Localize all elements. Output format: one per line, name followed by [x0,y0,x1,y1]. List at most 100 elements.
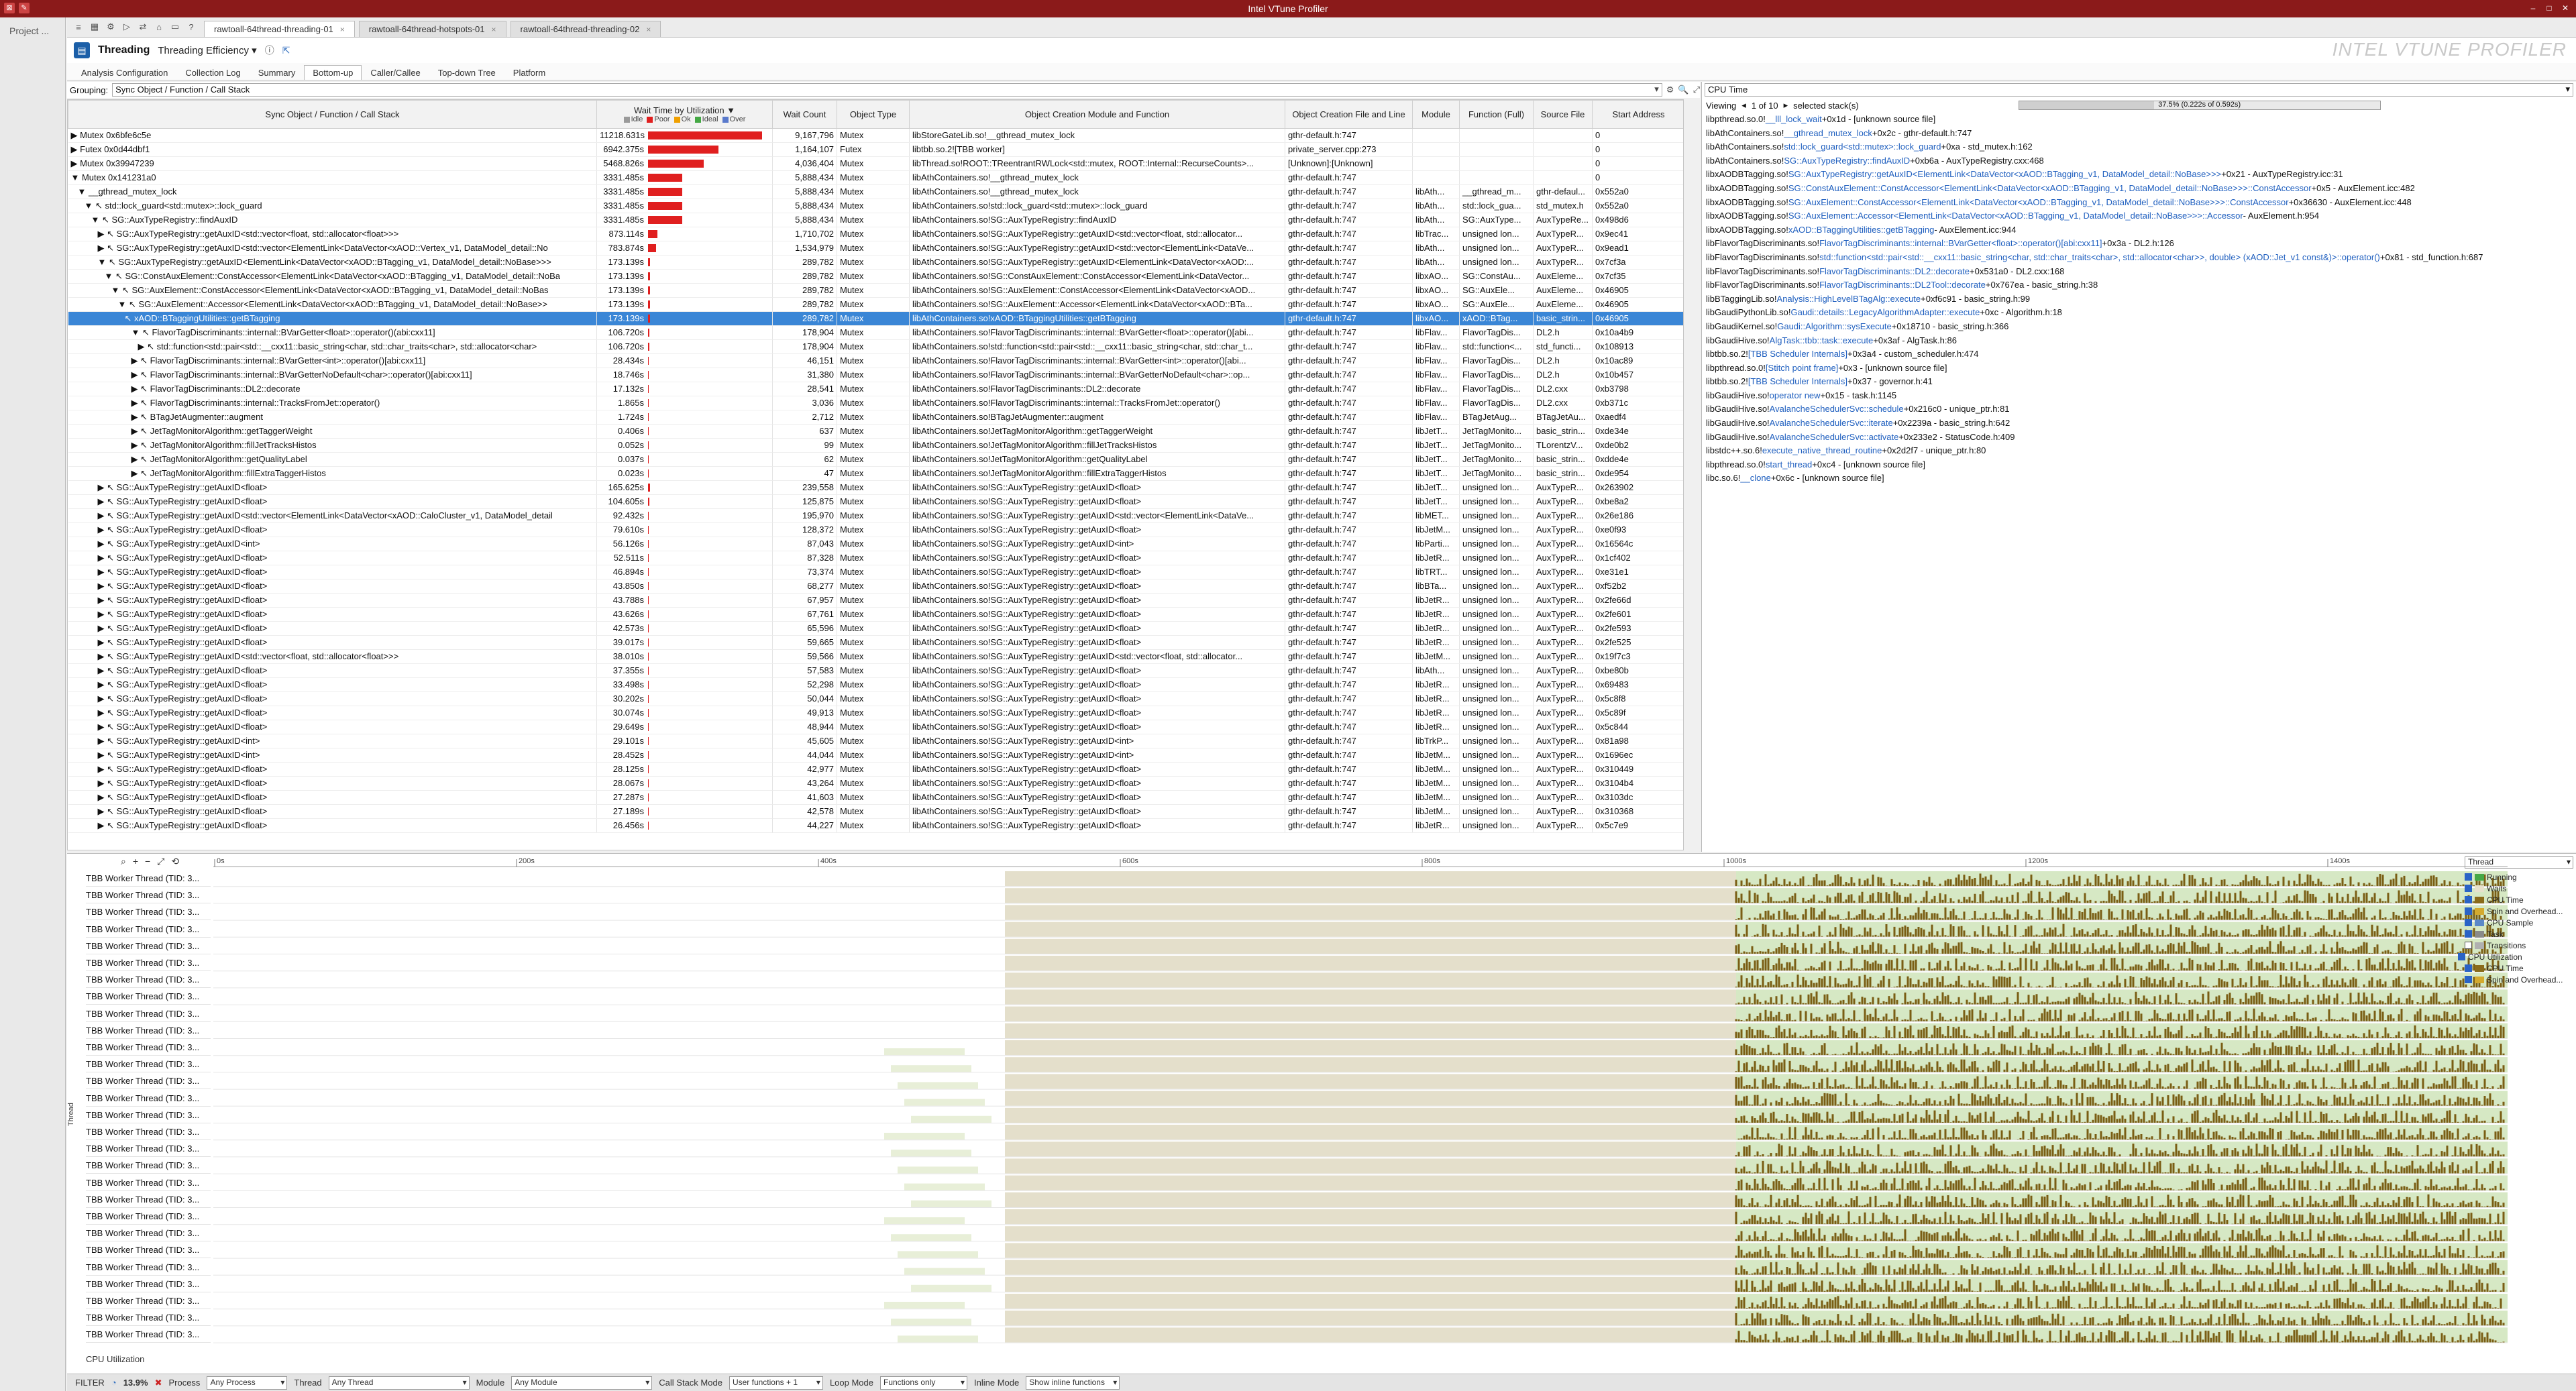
grid-row[interactable]: ▶ ↖ SG::AuxTypeRegistry::getAuxID<float>… [68,762,1683,777]
grid-row[interactable]: ▶ ↖ FlavorTagDiscriminants::DL2::decorat… [68,382,1683,397]
grid-row[interactable]: ▶ ↖ SG::AuxTypeRegistry::getAuxID<float>… [68,677,1683,693]
stack-frame-function[interactable]: std::function<std::pair<std::__cxx11::ba… [1819,252,2380,262]
stack-frame[interactable]: libpthread.so.0!start_thread+0xc4 - [unk… [1706,458,2572,472]
grid-row[interactable]: ▶ ↖ SG::AuxTypeRegistry::getAuxID<float>… [68,790,1683,805]
thread-timeline-chart[interactable] [213,870,2508,1359]
stack-frame-function[interactable]: FlavorTagDiscriminants::internal::BVarGe… [1819,238,2102,248]
export-icon[interactable]: ⇱ [282,45,290,56]
thread-row[interactable] [213,1074,2508,1090]
configure-icon[interactable]: ⚙ [103,19,118,34]
grid-row[interactable]: ▶ ↖ FlavorTagDiscriminants::internal::BV… [68,353,1683,369]
thread-row-label[interactable]: TBB Worker Thread (TID: 3... [86,1225,211,1242]
grid-row[interactable]: ▶ ↖ SG::AuxTypeRegistry::getAuxID<float>… [68,522,1683,538]
open-icon[interactable]: ⌂ [152,19,166,34]
stack-frame-function[interactable]: __gthread_mutex_lock [1784,128,1872,138]
stack-frame[interactable]: libFlavorTagDiscriminants.so!std::functi… [1706,251,2572,265]
stack-frame[interactable]: libxAODBTagging.so!SG::AuxTypeRegistry::… [1706,168,2572,182]
stack-frame[interactable]: libGaudiKernel.so!Gaudi::Algorithm::sysE… [1706,320,2572,334]
stack-frame-function[interactable]: FlavorTagDiscriminants::DL2::decorate [1819,266,1970,276]
thread-row[interactable] [213,956,2508,972]
thread-row-label[interactable]: TBB Worker Thread (TID: 3... [86,1157,211,1174]
thread-row-label[interactable]: TBB Worker Thread (TID: 3... [86,1309,211,1327]
grid-row[interactable]: ▼ ↖ SG::AuxTypeRegistry::findAuxID 3331.4… [68,213,1683,228]
thread-row[interactable] [213,1091,2508,1107]
grid-row[interactable]: ▶ ↖ JetTagMonitorAlgorithm::fillJetTrack… [68,438,1683,453]
stack-frame[interactable]: libxAODBTagging.so!xAOD::BTaggingUtiliti… [1706,223,2572,237]
col-header-start-address[interactable]: Start Address [1592,100,1683,129]
legend-item[interactable]: Transitions [2445,940,2575,951]
thread-row-label[interactable]: TBB Worker Thread (TID: 3... [86,1191,211,1208]
col-header-source-file[interactable]: Source File [1533,100,1593,129]
stack-frame[interactable]: libFlavorTagDiscriminants.so!FlavorTagDi… [1706,278,2572,292]
thread-row-label[interactable]: TBB Worker Thread (TID: 3... [86,1056,211,1073]
maximize-icon[interactable]: □ [2542,2,2556,14]
module-filter-select[interactable]: Any Module [511,1376,653,1390]
stack-frame-function[interactable]: SG::AuxElement::Accessor<ElementLink<Dat… [1788,211,2243,221]
grid-row[interactable]: ▶ ↖ SG::AuxTypeRegistry::getAuxID<int> 28… [68,748,1683,763]
thread-row-label[interactable]: TBB Worker Thread (TID: 3... [86,938,211,954]
thread-row[interactable] [213,1040,2508,1056]
legend-item[interactable]: CPU Time [2445,962,2575,974]
stack-frame-function[interactable]: AvalancheSchedulerSvc::iterate [1770,418,1893,428]
grid-row[interactable]: ▶ ↖ SG::AuxTypeRegistry::getAuxID<std::v… [68,241,1683,256]
thread-row[interactable] [213,938,2508,954]
grid-row[interactable]: ▶ ↖ SG::AuxTypeRegistry::getAuxID<std::v… [68,227,1683,242]
inline-mode-select[interactable]: Show inline functions [1026,1376,1120,1390]
legend-item[interactable]: CPU Utilization [2445,951,2575,962]
legend-item[interactable]: CPU Sample [2445,917,2575,928]
col-header-wait-time[interactable]: Wait Time by Utilization ▼ Idle Poor Ok Ide… [596,100,773,129]
tab-top-down-tree[interactable]: Top-down Tree [429,65,504,80]
col-header-creation-module[interactable]: Object Creation Module and Function [909,100,1285,129]
legend-item[interactable]: Waits [2445,883,2575,894]
start-icon[interactable]: ▷ [119,19,134,34]
stack-frame[interactable]: libGaudiHive.so!AvalancheSchedulerSvc::i… [1706,416,2572,431]
legend-checkbox[interactable] [2465,885,2472,892]
thread-row[interactable] [213,1175,2508,1191]
process-filter-select[interactable]: Any Process [207,1376,288,1390]
grid-row[interactable]: ▶ ↖ SG::AuxTypeRegistry::getAuxID<int> 56… [68,537,1683,552]
thread-row-label[interactable]: TBB Worker Thread (TID: 3... [86,921,211,938]
grid-row[interactable]: ▼ ↖ SG::ConstAuxElement::ConstAccessor<E… [68,269,1683,284]
stack-frame-function[interactable]: FlavorTagDiscriminants::DL2Tool::decorat… [1819,280,1986,290]
help-icon[interactable]: ⓘ [265,44,274,57]
grid-row[interactable]: ▶ ↖ SG::AuxTypeRegistry::getAuxID<float>… [68,720,1683,735]
grid-row[interactable]: ▶ ↖ SG::AuxTypeRegistry::getAuxID<float>… [68,480,1683,496]
grid-row[interactable]: ▶ ↖ std::function<std::pair<std::__cxx11… [68,339,1683,355]
grid-row[interactable]: ▶ ↖ SG::AuxTypeRegistry::getAuxID<float>… [68,706,1683,721]
stack-frame-function[interactable]: SG::AuxTypeRegistry::getAuxID<ElementLin… [1788,169,2221,179]
stack-frame-function[interactable]: __lll_lock_wait [1766,114,1822,124]
pin-icon[interactable]: ✎ [19,3,30,13]
thread-row[interactable] [213,1209,2508,1225]
thread-row[interactable] [213,1192,2508,1208]
col-header-module[interactable]: Module [1412,100,1460,129]
stack-frame[interactable]: libxAODBTagging.so!SG::ConstAuxElement::… [1706,182,2572,196]
thread-row-label[interactable]: TBB Worker Thread (TID: 3... [86,1123,211,1140]
thread-row-label[interactable]: TBB Worker Thread (TID: 3... [86,1326,211,1343]
next-stack-icon[interactable]: ▸ [1784,100,1788,111]
grid-row[interactable]: ▶ ↖ SG::AuxTypeRegistry::getAuxID<std::v… [68,508,1683,524]
stack-frame[interactable]: libAthContainers.so!std::lock_guard<std:… [1706,140,2572,154]
prev-stack-icon[interactable]: ◂ [1741,100,1746,111]
stack-frame[interactable]: libstdc++.so.6!execute_native_thread_rou… [1706,444,2572,458]
stack-frame[interactable]: libAthContainers.so!__gthread_mutex_lock… [1706,127,2572,141]
grid-row[interactable]: ▶ ↖ SG::AuxTypeRegistry::getAuxID<float>… [68,551,1683,566]
tab-analysis-configuration[interactable]: Analysis Configuration [72,65,176,80]
menu-icon[interactable]: ≡ [71,19,86,34]
legend-item[interactable]: Task [2445,928,2575,940]
thread-row[interactable] [213,1057,2508,1073]
close-tab-icon[interactable]: × [340,25,345,34]
thread-row[interactable] [213,989,2508,1005]
expand-icon[interactable]: ⤢ [1693,85,1700,95]
legend-item[interactable]: CPU Time [2445,894,2575,905]
grid-row[interactable]: ▶ ↖ SG::AuxTypeRegistry::getAuxID<float>… [68,621,1683,636]
grid-row[interactable]: ▼ ↖ std::lock_guard<std::mutex>::lock_gu… [68,199,1683,214]
grid-row[interactable]: ▶ ↖ JetTagMonitorAlgorithm::getQualityLa… [68,452,1683,467]
col-header-wait-count[interactable]: Wait Count [772,100,837,129]
thread-filter-select[interactable]: Any Thread [328,1376,470,1390]
stack-frame[interactable]: libpthread.so.0![Stitch point frame]+0x3… [1706,361,2572,376]
thread-row-label[interactable]: TBB Worker Thread (TID: 3... [86,954,211,971]
help-icon[interactable]: ? [184,19,199,34]
grid-row[interactable]: ▶ ↖ BTagJetAugmenter::augment 1.724s 2,712… [68,410,1683,425]
new-project-icon[interactable]: ▦ [87,19,102,34]
thread-row[interactable] [213,1158,2508,1174]
